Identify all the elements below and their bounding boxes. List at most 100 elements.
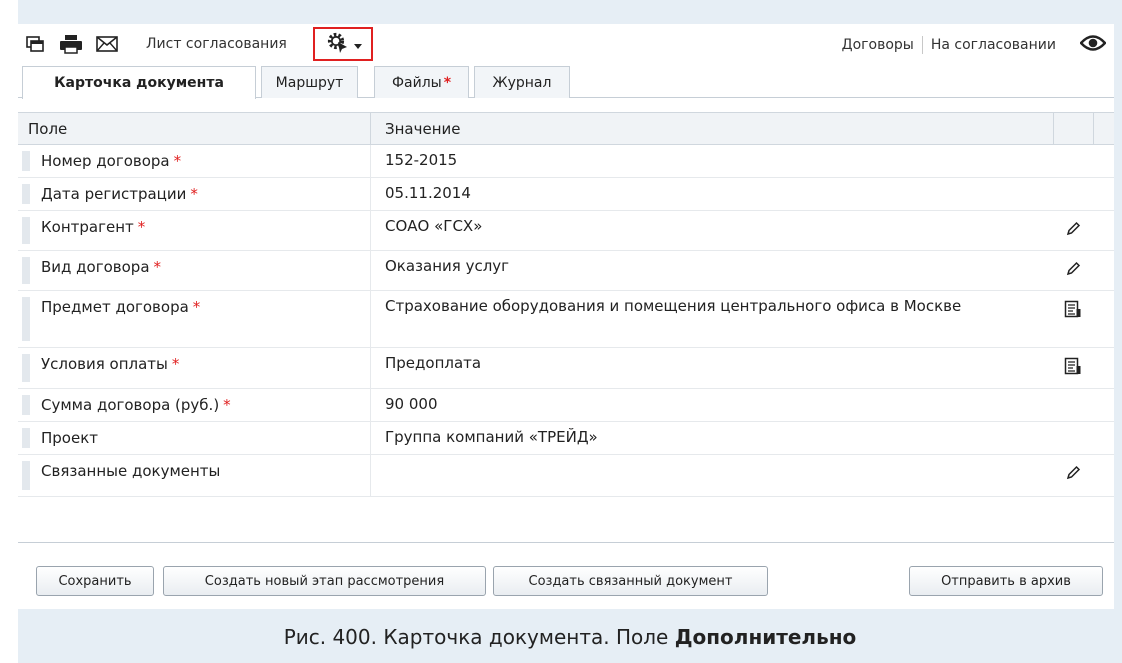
- table-bottom-border: [18, 542, 1114, 543]
- column-divider: [1093, 113, 1094, 144]
- column-divider: [370, 178, 371, 210]
- row-handle: [22, 354, 30, 382]
- print-icon[interactable]: [58, 33, 84, 55]
- table-header: Поле Значение: [18, 112, 1114, 145]
- required-mark: *: [137, 218, 146, 236]
- field-label: Проект: [41, 429, 98, 447]
- field-name: Проект: [41, 429, 99, 447]
- field-label: Сумма договора (руб.) *: [41, 396, 231, 414]
- row-handle: [22, 257, 30, 284]
- column-header-field[interactable]: Поле: [28, 120, 67, 138]
- field-name: Условия оплаты: [41, 355, 168, 373]
- required-mark: *: [192, 298, 201, 316]
- required-mark: *: [190, 185, 198, 203]
- tab-label: Журнал: [492, 74, 552, 91]
- field-label: Вид договора *: [41, 258, 161, 276]
- row-handle: [22, 428, 30, 448]
- field-label: Контрагент *: [41, 218, 145, 236]
- table-row[interactable]: Дата регистрации * 05.11.2014: [18, 178, 1114, 211]
- pencil-icon[interactable]: [1062, 258, 1084, 280]
- field-label: Предмет договора *: [41, 298, 200, 316]
- breadcrumb-contracts[interactable]: Договоры: [842, 37, 914, 53]
- tab-journal[interactable]: Журнал: [474, 66, 570, 98]
- column-divider: [370, 348, 371, 388]
- create-new-stage-button[interactable]: Создать новый этап рассмотрения: [163, 566, 486, 596]
- column-divider: [370, 422, 371, 454]
- mail-icon[interactable]: [94, 33, 120, 55]
- table-row[interactable]: Сумма договора (руб.) * 90 000: [18, 389, 1114, 422]
- required-mark: *: [443, 74, 452, 91]
- settings-dropdown-button[interactable]: [313, 27, 373, 61]
- field-value[interactable]: Страхование оборудования и помещения цен…: [385, 298, 1005, 315]
- save-button[interactable]: Сохранить: [36, 566, 154, 596]
- row-handle: [22, 297, 30, 341]
- field-name: Вид договора: [41, 258, 150, 276]
- column-divider: [370, 291, 371, 347]
- breadcrumb-separator: [921, 36, 923, 54]
- table-row[interactable]: Проект Группа компаний «ТРЕЙД»: [18, 422, 1114, 455]
- column-divider: [370, 113, 371, 144]
- windows-icon[interactable]: [24, 33, 46, 55]
- tab-bar: Карточка документа Маршрут Файлы * Журнал: [18, 66, 1114, 99]
- approval-sheet-link[interactable]: Лист согласования: [146, 36, 287, 52]
- tab-document-card[interactable]: Карточка документа: [22, 66, 256, 99]
- caption-bold-text: Дополнительно: [674, 625, 857, 649]
- caption-text: Рис. 400. Карточка документа. Поле: [283, 625, 675, 649]
- field-name: Связанные документы: [41, 462, 221, 480]
- row-handle: [22, 184, 30, 204]
- column-divider: [370, 251, 371, 290]
- fields-table: Поле Значение Номер договора * 152-2015 Дат…: [18, 112, 1114, 497]
- table-row[interactable]: Вид договора * Оказания услуг: [18, 251, 1114, 291]
- breadcrumb-on-approval[interactable]: На согласовании: [931, 37, 1056, 53]
- column-divider: [370, 211, 371, 250]
- tab-label: Карточка документа: [54, 75, 224, 91]
- text-editor-icon[interactable]: [1062, 298, 1084, 320]
- field-value[interactable]: Предоплата: [385, 355, 1005, 372]
- column-divider: [370, 389, 371, 421]
- figure-caption: Рис. 400. Карточка документа. Поле Допол…: [18, 617, 1122, 657]
- column-header-value[interactable]: Значение: [385, 120, 461, 138]
- field-name: Дата регистрации: [41, 185, 187, 203]
- tab-label: Маршрут: [275, 74, 344, 91]
- gear-icon: [325, 30, 349, 58]
- table-row[interactable]: Контрагент * СОАО «ГСХ»: [18, 211, 1114, 251]
- column-divider: [1053, 113, 1054, 144]
- tab-files[interactable]: Файлы *: [374, 66, 469, 98]
- tab-route[interactable]: Маршрут: [261, 66, 358, 98]
- row-handle: [22, 151, 30, 171]
- field-name: Номер договора: [41, 152, 170, 170]
- field-name: Контрагент: [41, 218, 134, 236]
- field-value[interactable]: 05.11.2014: [385, 185, 1005, 202]
- eye-icon[interactable]: [1079, 33, 1107, 57]
- table-row[interactable]: Номер договора * 152-2015: [18, 145, 1114, 178]
- create-linked-document-button[interactable]: Создать связанный документ: [493, 566, 768, 596]
- row-handle: [22, 217, 30, 244]
- field-label: Связанные документы: [41, 462, 220, 480]
- field-label: Условия оплаты *: [41, 355, 179, 373]
- table-row[interactable]: Условия оплаты * Предоплата: [18, 348, 1114, 389]
- send-to-archive-button[interactable]: Отправить в архив: [909, 566, 1103, 596]
- table-body: Номер договора * 152-2015 Дата регистрации *…: [18, 145, 1114, 497]
- required-mark: *: [153, 258, 162, 276]
- pencil-icon[interactable]: [1062, 218, 1084, 240]
- required-mark: *: [173, 152, 182, 170]
- required-mark: *: [223, 396, 231, 414]
- row-handle: [22, 461, 30, 490]
- field-value[interactable]: 90 000: [385, 396, 1005, 413]
- column-divider: [370, 455, 371, 496]
- text-editor-icon[interactable]: [1062, 355, 1084, 377]
- field-value[interactable]: 152-2015: [385, 152, 1005, 169]
- field-name: Предмет договора: [41, 298, 189, 316]
- table-row[interactable]: Связанные документы: [18, 455, 1114, 497]
- row-handle: [22, 395, 30, 415]
- field-value[interactable]: Группа компаний «ТРЕЙД»: [385, 429, 1005, 446]
- dropdown-arrow-icon: [353, 35, 362, 54]
- field-label: Дата регистрации *: [41, 185, 198, 203]
- table-row[interactable]: Предмет договора * Страхование оборудовани…: [18, 291, 1114, 348]
- toolbar: Лист согласования Договоры На согласован…: [18, 24, 1114, 64]
- field-value[interactable]: Оказания услуг: [385, 258, 1005, 275]
- tab-label: Файлы: [391, 74, 442, 91]
- field-value[interactable]: СОАО «ГСХ»: [385, 218, 1005, 235]
- field-label: Номер договора *: [41, 152, 181, 170]
- pencil-icon[interactable]: [1062, 462, 1084, 484]
